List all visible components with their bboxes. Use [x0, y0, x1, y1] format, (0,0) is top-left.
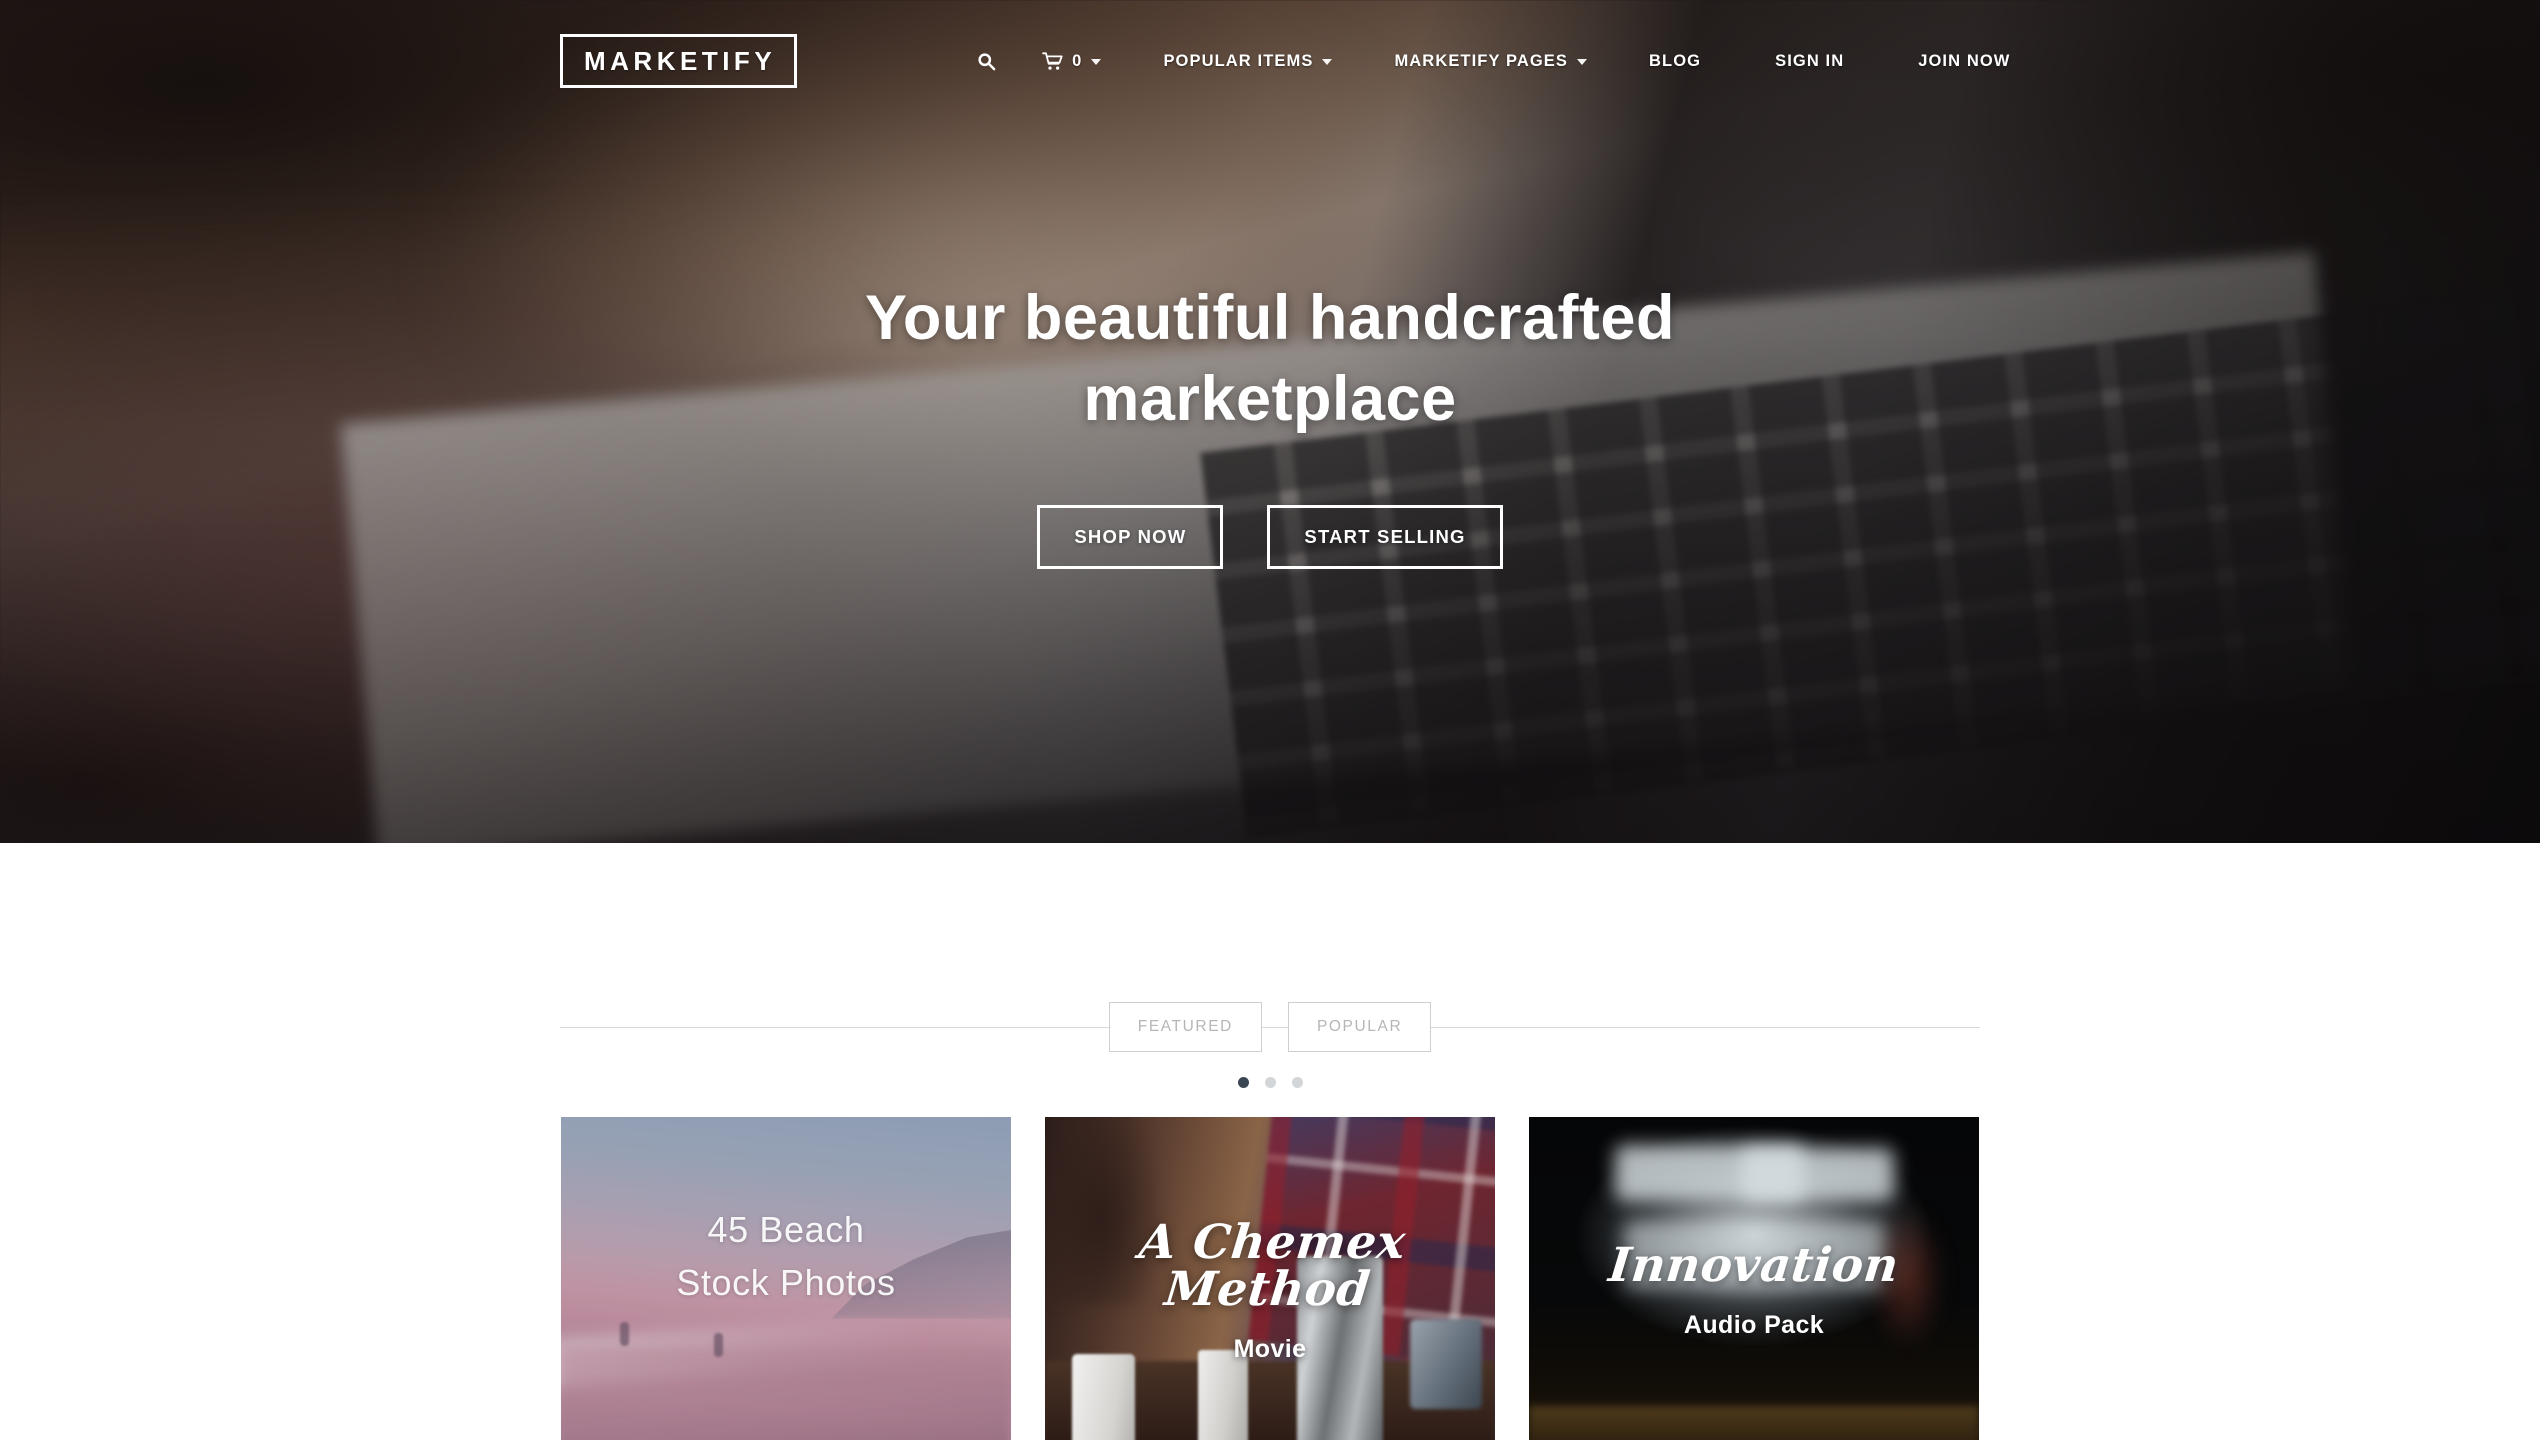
cart-count: 0 [1072, 51, 1083, 70]
carousel-dot-2[interactable] [1264, 1077, 1276, 1088]
card-title-beach-line1: 45 Beach [707, 1209, 865, 1250]
hero-cta-group: SHOP NOW START SELLING [0, 505, 2540, 570]
nav-item-sign-in[interactable]: SIGN IN [1775, 52, 1844, 71]
search-button[interactable] [977, 52, 996, 71]
showcase-tabs-row: FEATURED POPULAR [0, 999, 2540, 1055]
product-card-chemex[interactable]: A Chemex Method Movie [1045, 1117, 1495, 1440]
showcase-tabs: FEATURED POPULAR [1108, 1002, 1432, 1052]
card-title-innovation: Innovation [1606, 1238, 1902, 1293]
chevron-down-icon [1577, 59, 1588, 65]
site-logo[interactable]: MARKETIFY [560, 34, 798, 88]
carousel-dot-1[interactable] [1237, 1077, 1249, 1088]
chevron-down-icon [1322, 59, 1333, 65]
card-subtitle-chemex: Movie [1233, 1334, 1307, 1363]
nav-label-marketify-pages: MARKETIFY PAGES [1394, 51, 1569, 70]
nav-item-join-now[interactable]: JOIN NOW [1918, 52, 2010, 71]
card-title-beach-line2: Stock Photos [676, 1262, 896, 1304]
product-card-beach[interactable]: 45 Beach Stock Photos [561, 1117, 1011, 1440]
carousel-dot-3[interactable] [1291, 1077, 1303, 1088]
tab-featured[interactable]: FEATURED [1108, 1002, 1262, 1052]
nav-item-popular-items[interactable]: POPULAR ITEMS [1163, 51, 1333, 71]
card-overlay-beach: 45 Beach Stock Photos [561, 1117, 1011, 1440]
site-header: MARKETIFY 0 POPULAR ITEMS MARKETIFY PAGE… [0, 0, 2540, 88]
hero-section: MARKETIFY 0 POPULAR ITEMS MARKETIFY PAGE… [0, 0, 2540, 843]
shop-now-button[interactable]: SHOP NOW [1037, 505, 1224, 570]
card-title-chemex: A Chemex Method [1136, 1214, 1409, 1317]
chevron-down-icon [1091, 59, 1102, 65]
product-card-innovation[interactable]: Innovation Audio Pack [1529, 1117, 1979, 1440]
nav-item-marketify-pages[interactable]: MARKETIFY PAGES [1394, 51, 1588, 71]
start-selling-button[interactable]: START SELLING [1267, 505, 1503, 570]
search-icon [977, 52, 996, 71]
shopping-cart-icon [1042, 51, 1063, 71]
nav-item-blog[interactable]: BLOG [1649, 52, 1701, 71]
hero-title-line-2: marketplace [1083, 363, 1457, 434]
showcase-section: FEATURED POPULAR 45 Beach Stock Photos A… [0, 999, 2540, 1440]
main-navigation: 0 POPULAR ITEMS MARKETIFY PAGES BLOG SIG… [977, 52, 2010, 71]
hero-title: Your beautiful handcrafted marketplace [720, 278, 1820, 439]
hero-content: Your beautiful handcrafted marketplace S… [0, 278, 2540, 570]
tab-popular[interactable]: POPULAR [1287, 1002, 1432, 1052]
nav-label-popular-items: POPULAR ITEMS [1163, 51, 1314, 70]
card-subtitle-innovation: Audio Pack [1683, 1311, 1825, 1339]
card-overlay-chemex: A Chemex Method Movie [1045, 1117, 1495, 1440]
hero-title-line-1: Your beautiful handcrafted [865, 283, 1675, 353]
card-overlay-innovation: Innovation Audio Pack [1529, 1117, 1979, 1440]
carousel-dots [0, 1077, 2540, 1088]
cart-button[interactable]: 0 [1042, 51, 1102, 71]
product-card-grid: 45 Beach Stock Photos A Chemex Method Mo… [0, 1117, 2540, 1440]
